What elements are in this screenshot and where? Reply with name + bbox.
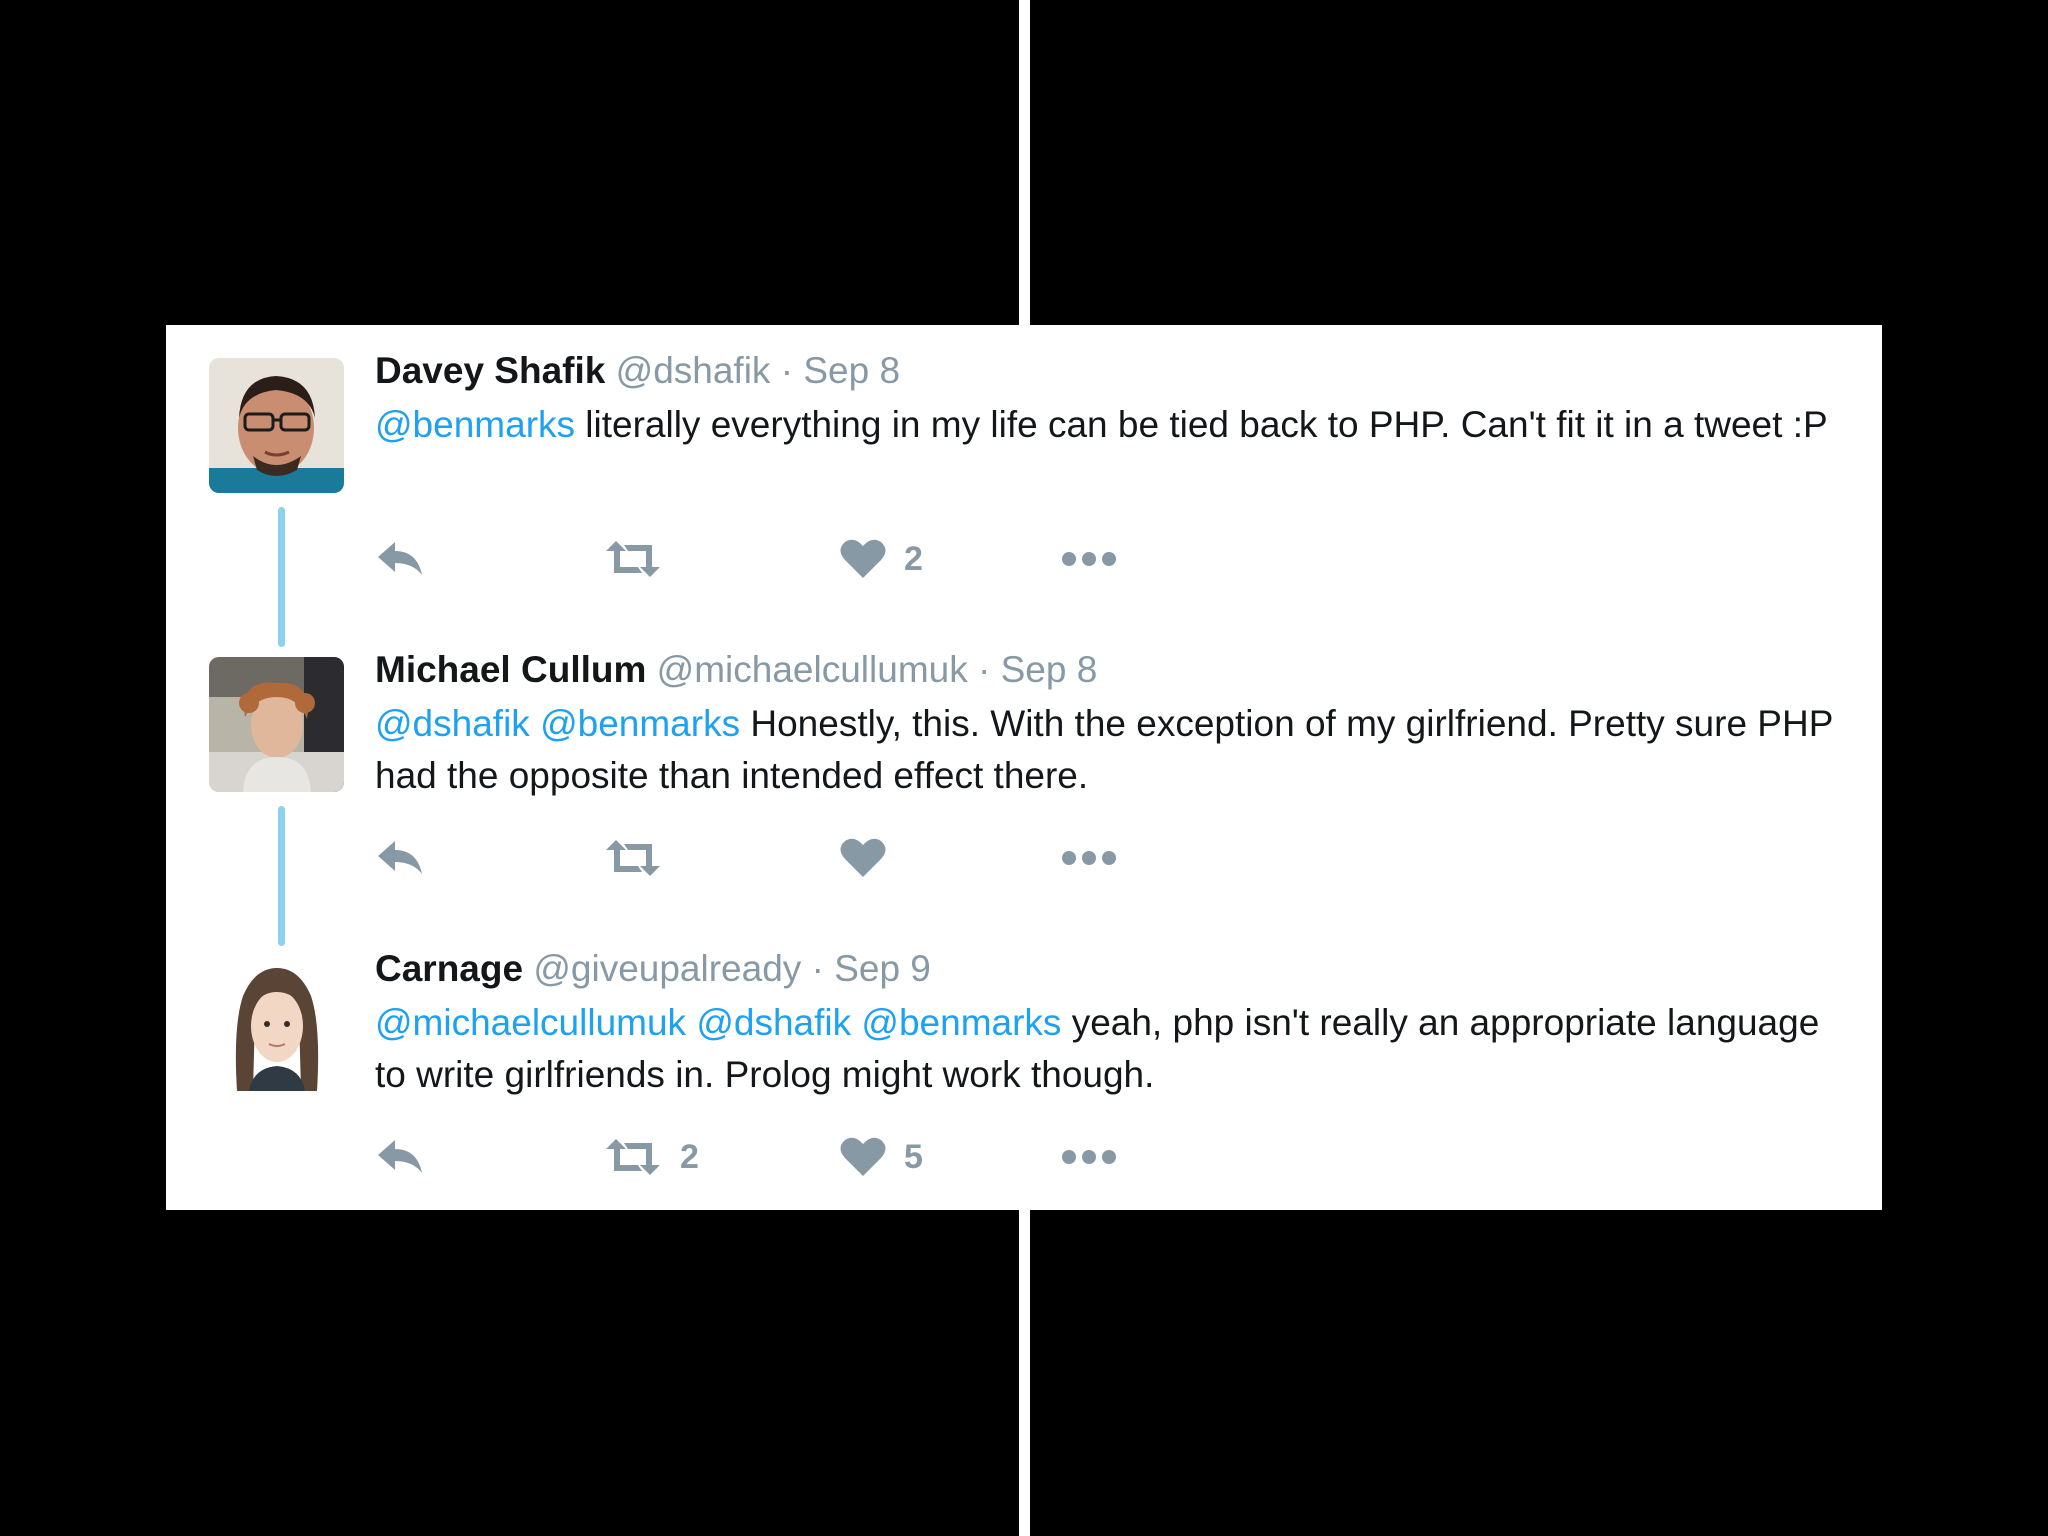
retweet-count: 2 (680, 1137, 699, 1176)
tweet: Davey Shafik @dshafik · Sep 8 @benmarks … (166, 325, 1882, 624)
retweet-button[interactable] (604, 834, 680, 882)
avatar-image (209, 657, 344, 792)
tweet: Michael Cullum @michaelcullumuk · Sep 8 … (166, 624, 1882, 923)
avatar-carnage[interactable] (209, 956, 344, 1091)
more-icon (1062, 552, 1116, 566)
tweet-header: Michael Cullum @michaelcullumuk · Sep 8 (375, 646, 1835, 694)
more-icon (1062, 1150, 1116, 1164)
tweet-actions: 2 5 (375, 1133, 1275, 1181)
tweet-content: Davey Shafik @dshafik · Sep 8 @benmarks … (375, 347, 1835, 451)
reply-icon (378, 1140, 422, 1173)
more-button[interactable] (1060, 535, 1118, 583)
tweet-date[interactable]: Sep 8 (803, 350, 900, 391)
retweet-button[interactable]: 2 (604, 1133, 699, 1181)
tweet-text: @benmarks literally everything in my lif… (375, 399, 1835, 451)
like-count: 2 (904, 539, 923, 578)
mention-link[interactable]: @benmarks (375, 404, 575, 445)
reply-button[interactable] (375, 834, 425, 882)
tweet-content: Michael Cullum @michaelcullumuk · Sep 8 … (375, 646, 1835, 802)
author-name[interactable]: Michael Cullum (375, 649, 646, 690)
author-handle[interactable]: @michaelcullumuk (657, 649, 968, 690)
tweet-text-body: literally everything in my life can be t… (575, 404, 1828, 445)
tweet-thread-card: Davey Shafik @dshafik · Sep 8 @benmarks … (166, 325, 1882, 1210)
author-handle[interactable]: @giveupalready (533, 948, 801, 989)
tweet-header: Davey Shafik @dshafik · Sep 8 (375, 347, 1835, 395)
retweet-icon (606, 840, 660, 876)
header-separator: · (978, 649, 991, 690)
heart-icon (840, 539, 886, 578)
like-button[interactable]: 2 (840, 535, 923, 583)
tweet-content: Carnage @giveupalready · Sep 9 @michaelc… (375, 945, 1835, 1101)
header-separator: · (811, 948, 824, 989)
tweet-text: @dshafik @benmarks Honestly, this. With … (375, 698, 1835, 802)
retweet-button[interactable] (604, 535, 680, 583)
header-separator: · (780, 350, 794, 391)
mention-link[interactable]: @dshafik @benmarks (375, 703, 740, 744)
avatar-image (209, 358, 344, 493)
reply-icon (378, 841, 422, 874)
screenshot-stage: Davey Shafik @dshafik · Sep 8 @benmarks … (0, 0, 2048, 1536)
more-button[interactable] (1060, 1133, 1118, 1181)
retweet-icon (606, 541, 660, 577)
tweet: Carnage @giveupalready · Sep 9 @michaelc… (166, 923, 1882, 1222)
avatar-michael-cullum[interactable] (209, 657, 344, 792)
tweet-actions (375, 834, 1275, 882)
author-handle[interactable]: @dshafik (616, 350, 771, 391)
avatar-davey-shafik[interactable] (209, 358, 344, 493)
tweet-actions: 2 (375, 535, 1275, 583)
mention-link[interactable]: @michaelcullumuk @dshafik @benmarks (375, 1002, 1061, 1043)
reply-button[interactable] (375, 535, 425, 583)
avatar-image (209, 956, 344, 1091)
reply-button[interactable] (375, 1133, 425, 1181)
like-button[interactable] (840, 834, 904, 882)
heart-icon (840, 838, 886, 877)
retweet-icon (606, 1139, 660, 1175)
tweet-text: @michaelcullumuk @dshafik @benmarks yeah… (375, 997, 1835, 1101)
heart-icon (840, 1137, 886, 1176)
reply-icon (378, 542, 422, 575)
like-count: 5 (904, 1137, 923, 1176)
more-icon (1062, 851, 1116, 865)
more-button[interactable] (1060, 834, 1118, 882)
author-name[interactable]: Davey Shafik (375, 350, 605, 391)
author-name[interactable]: Carnage (375, 948, 523, 989)
tweet-date[interactable]: Sep 8 (1001, 649, 1098, 690)
tweet-header: Carnage @giveupalready · Sep 9 (375, 945, 1835, 993)
tweet-date[interactable]: Sep 9 (834, 948, 931, 989)
like-button[interactable]: 5 (840, 1133, 923, 1181)
